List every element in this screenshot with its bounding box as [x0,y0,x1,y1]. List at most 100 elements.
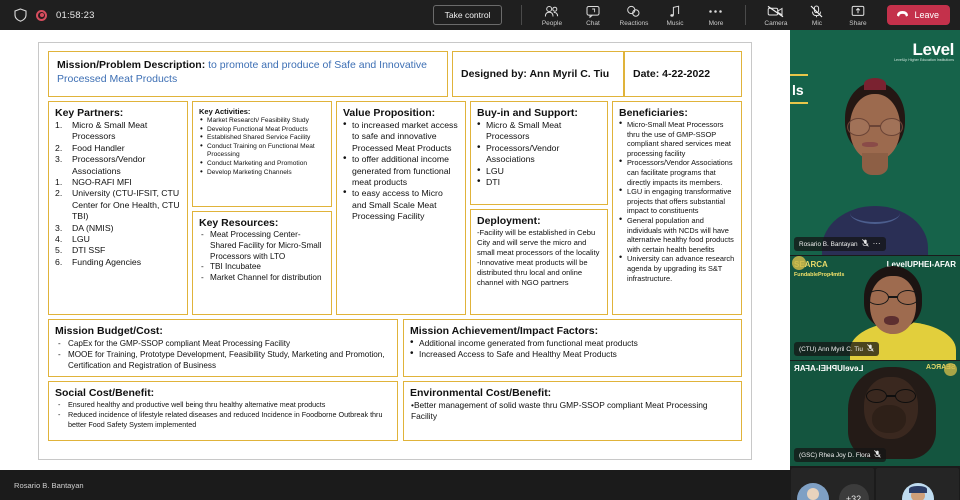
mission-achievement-title: Mission Achievement/Impact Factors: [410,325,735,337]
chat-button[interactable]: Chat [572,4,613,27]
participant-name: Rosario B. Bantayan [799,241,858,248]
participant-name-badge: Rosario B. Bantayan ⋯ [794,237,886,251]
virtual-bg-watermark-left: ls [792,82,804,98]
item-text: Funding Agencies [72,257,141,267]
key-resources-box: Key Resources: Meat Processing Center-Sh… [192,211,332,315]
deployment-paragraph-2: -Innovative meat products will be distri… [477,258,601,288]
people-icon [544,4,559,19]
list-item: 2.Food Handler [55,143,181,154]
list-item: 4.LGU [55,234,181,245]
value-proposition-list: to increased market access to safe and i… [343,120,459,223]
presentation-slide: Mission/Problem Description: to promote … [38,42,752,460]
participant-name-badge: (GSC) Rhea Joy D. Flora [794,448,886,462]
reactions-button[interactable]: Reactions [613,4,654,27]
list-item: 1.NGO-RAFI MFI [55,177,181,188]
list-item: to easy access to Micro and Small Scale … [343,188,459,222]
key-activities-title: Key Activities: [199,107,325,116]
video-tile-secondary[interactable]: LevelUPHEI-AFAR SEARCA FundableProp4mtls… [790,256,960,360]
mission-achievement-list: Additional income generated from functio… [410,338,735,361]
overflow-cell-left[interactable]: +32 [791,468,874,500]
searca-badge-sub: FundableProp4mtls [794,272,844,278]
mission-budget-list: CapEx for the GMP-SSOP compliant Meat Pr… [55,338,391,371]
list-item: Ensured healthy and productive well bein… [55,400,391,410]
key-partners-box: Key Partners: 1. Micro & Small Meat Proce… [48,101,188,315]
item-text: Micro & Small Meat Processors [72,120,147,141]
stage-bottom-bar [0,470,790,500]
overflow-count-badge[interactable]: +32 [839,484,869,500]
item-text: Processors/Vendor Associations [72,154,145,175]
virtual-bg-watermark: LevelUPHEI-AFAR [794,364,863,373]
item-number: 1. [55,177,70,188]
buy-in-list: Micro & Small Meat Processors Processors… [477,120,601,188]
list-item: Micro & Small Meat Processors [477,120,601,143]
item-number: 6. [55,257,70,268]
leave-label: Leave [914,10,939,20]
list-item: Market Channel for distribution [199,273,325,284]
take-control-button[interactable]: Take control [433,5,503,25]
virtual-bg-rule-bottom [790,102,808,104]
mic-muted-icon [862,239,869,249]
record-icon [36,10,47,21]
list-item: LGU [477,166,601,177]
toolbar-right-group: Take control People Chat Reactions [433,0,960,30]
people-button[interactable]: People [531,4,572,27]
virtual-bg-watermark-right: Level [913,40,954,60]
column-value-proposition: Value Proposition: to increased market a… [336,101,466,315]
list-item: Meat Processing Center-Shared Facility f… [199,230,325,262]
key-partners-title: Key Partners: [55,107,181,119]
environmental-cost-title: Environmental Cost/Benefit: [410,387,735,399]
participant-more-icon[interactable]: ⋯ [873,241,881,247]
slide-bottom-row-1: Mission Budget/Cost: CapEx for the GMP-S… [48,319,742,377]
overflow-cell-right[interactable] [876,468,959,500]
environmental-cost-text: Better management of solid waste thru GM… [410,400,735,423]
list-item: General population and individuals with … [619,216,735,254]
list-item: to increased market access to safe and i… [343,120,459,154]
share-screen-button[interactable]: Share [837,4,878,27]
item-text: University (CTU-IFSIT, CTU Center for On… [72,188,180,221]
list-item: MOOE for Training, Prototype Development… [55,349,391,371]
mission-description-text: Mission/Problem Description: to promote … [57,58,439,86]
virtual-bg-watermark-sub: LevelUp Higher Education Institutions [894,58,954,62]
list-item: 5.DTI SSF [55,245,181,256]
column-buyin-deployment: Buy-in and Support: Micro & Small Meat P… [470,101,608,315]
list-item: Processors/Vendor Associations can facil… [619,158,735,187]
value-proposition-box: Value Proposition: to increased market a… [336,101,466,315]
key-resources-list: Meat Processing Center-Shared Facility f… [199,230,325,284]
designed-by-text: Designed by: Ann Myril C. Tiu [461,68,609,80]
active-presenter-label: Rosario B. Bantayan [14,481,84,490]
meeting-timer: 01:58:23 [56,10,95,21]
mic-off-icon [810,4,823,19]
list-item: 3.Processors/Vendor Associations [55,154,181,177]
video-tile-primary[interactable]: Level LevelUp Higher Education Instituti… [790,30,960,255]
share-label: Share [849,20,866,27]
list-item: Conduct Marketing and Promotion [199,160,325,169]
camera-toggle-button[interactable]: Camera [755,4,796,27]
toolbar-divider [521,5,522,25]
camera-label: Camera [764,20,787,27]
key-activities-list: Market Research/ Feasibility Study Devel… [199,117,325,177]
item-number: 2. [55,143,70,154]
music-button[interactable]: Music [654,4,695,27]
item-number: 4. [55,234,70,245]
video-tile-tertiary[interactable]: LevelUPHEI-AFAR SEARCA (GSC) Rhea Joy D.… [790,361,960,466]
mic-label: Mic [812,20,822,27]
participant-name: (CTU) Ann Myril C. Tiu [799,346,863,353]
buy-in-title: Buy-in and Support: [477,107,601,119]
slide-middle-row: Key Partners: 1. Micro & Small Meat Proce… [48,101,742,315]
list-item: Develop Functional Meat Products [199,126,325,135]
leave-button[interactable]: Leave [887,5,950,25]
item-number: 2. [55,188,70,199]
more-button[interactable]: More [695,4,736,27]
searca-logo-icon [792,256,806,270]
list-item: Established Shared Service Facility [199,134,325,143]
list-item: University can advance research agenda b… [619,254,735,283]
people-label: People [542,20,562,27]
list-item: Micro-Small Meat Processors thru the use… [619,120,735,158]
mic-toggle-button[interactable]: Mic [796,4,837,27]
participant-overflow-strip: +32 [790,467,960,500]
item-text: Food Handler [72,143,125,153]
participant-name: (GSC) Rhea Joy D. Flora [799,452,870,459]
list-item: 3.DA (NMIS) [55,223,181,234]
mission-description-box: Mission/Problem Description: to promote … [48,51,448,97]
avatar [797,483,829,500]
